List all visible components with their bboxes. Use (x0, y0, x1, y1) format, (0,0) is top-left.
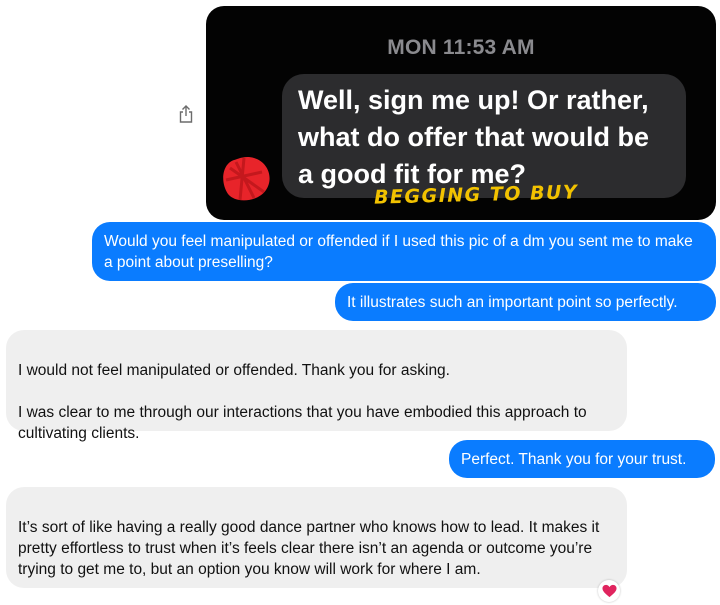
heart-reaction[interactable] (598, 580, 620, 602)
screenshot-message-text: Well, sign me up! Or rather, what do off… (298, 85, 649, 189)
screenshot-message-bubble: Well, sign me up! Or rather, what do off… (282, 74, 686, 198)
shared-screenshot-image[interactable]: MON 11:53 AM Well, sign me up! Or rather… (206, 6, 716, 220)
message-text: I would not feel manipulated or offended… (18, 362, 587, 442)
incoming-message[interactable]: It’s sort of like having a really good d… (6, 487, 627, 588)
message-text: It illustrates such an important point s… (347, 294, 678, 311)
message-text: It’s sort of like having a really good d… (18, 519, 600, 578)
incoming-message[interactable]: I would not feel manipulated or offended… (6, 330, 627, 442)
begging-to-buy-annotation: BEGGING TO BUY (373, 181, 579, 209)
outgoing-message[interactable]: Perfect. Thank you for your trust. (449, 440, 715, 478)
heart-icon (601, 584, 617, 598)
red-scribble-redaction (223, 157, 270, 201)
message-text: Perfect. Thank you for your trust. (461, 451, 687, 468)
outgoing-message[interactable]: Would you feel manipulated or offended i… (92, 222, 716, 281)
share-icon[interactable] (178, 104, 194, 124)
outgoing-message[interactable]: It illustrates such an important point s… (335, 283, 716, 321)
message-text: Would you feel manipulated or offended i… (104, 233, 693, 271)
screenshot-timestamp: MON 11:53 AM (387, 36, 535, 59)
